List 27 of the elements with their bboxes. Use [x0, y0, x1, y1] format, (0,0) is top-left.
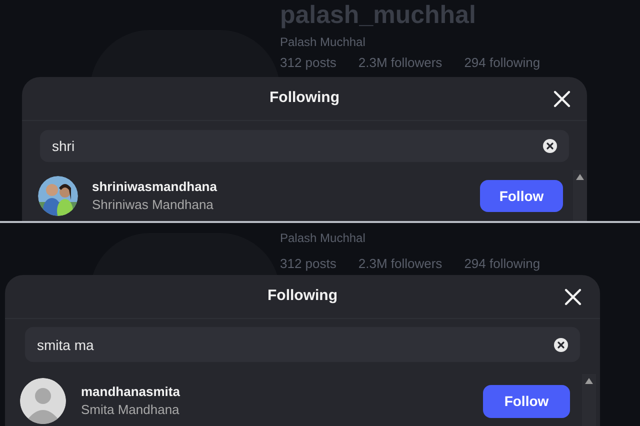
result-username[interactable]: mandhanasmita [81, 383, 468, 401]
profile-name: Palash Muchhal [280, 35, 366, 50]
scrollbar[interactable] [573, 170, 587, 221]
clear-icon[interactable] [543, 139, 557, 153]
dialog-title: Following [268, 286, 338, 306]
profile-name: Palash Muchhal [280, 231, 366, 246]
clear-icon[interactable] [554, 338, 568, 352]
scroll-up-icon[interactable] [576, 174, 584, 180]
result-full-name: Shriniwas Mandhana [92, 196, 214, 214]
result-full-name: Smita Mandhana [81, 401, 180, 419]
profile-stat: 312 posts [280, 55, 336, 71]
follow-button[interactable]: Follow [483, 384, 570, 418]
dialog-title: Following [270, 88, 340, 108]
profile-stat: 294 following [464, 55, 540, 71]
follow-button[interactable]: Follow [480, 180, 563, 212]
close-icon[interactable] [564, 288, 582, 306]
scrollbar[interactable] [582, 374, 596, 426]
close-icon[interactable] [553, 90, 571, 108]
scroll-up-icon[interactable] [585, 378, 593, 384]
search-field[interactable]: smita ma [25, 327, 580, 362]
profile-stat: 2.3M followers [358, 256, 442, 272]
profile-stat: 2.3M followers [358, 55, 442, 71]
profile-stat: 312 posts [280, 256, 336, 272]
default-avatar-icon [20, 378, 66, 424]
search-field[interactable]: shri [40, 130, 569, 162]
profile-stat: 294 following [464, 256, 540, 272]
result-username[interactable]: shriniwasmandhana [92, 178, 466, 196]
